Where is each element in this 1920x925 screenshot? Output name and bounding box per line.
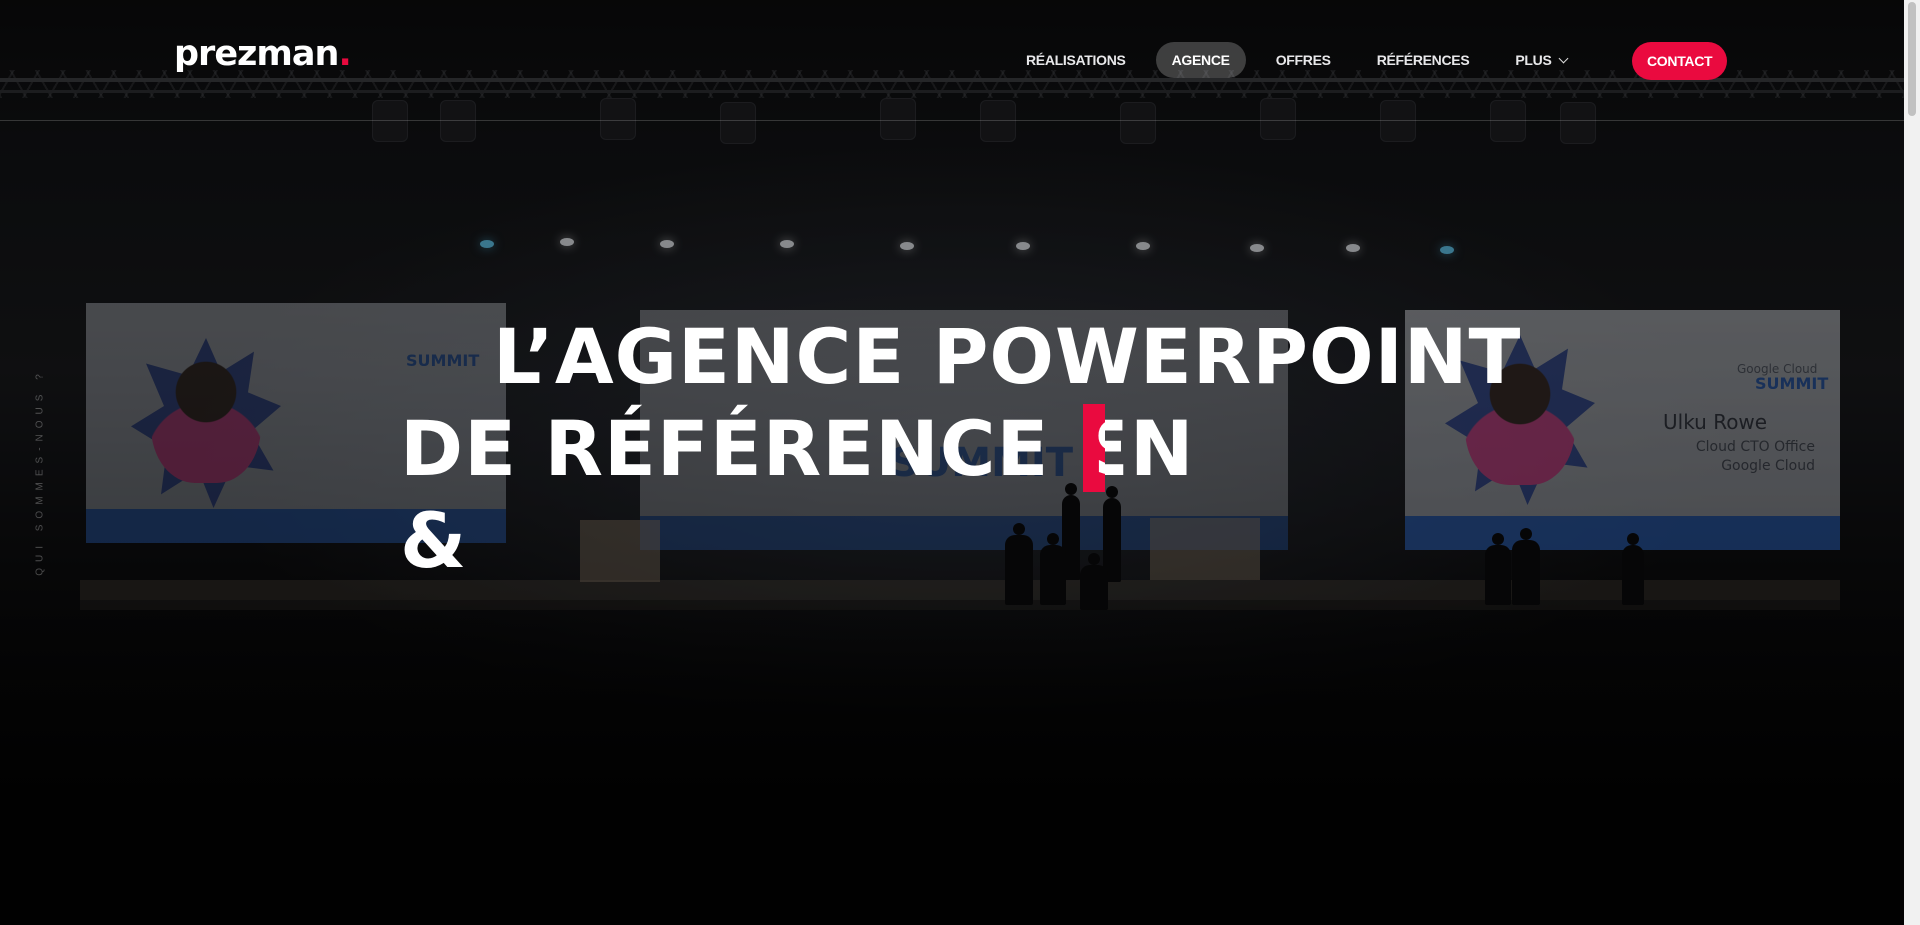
nav-item-plus-label: PLUS [1515, 52, 1552, 68]
nav-item-agence[interactable]: AGENCE [1155, 42, 1246, 78]
main-nav: RÉALISATIONS AGENCE OFFRES RÉFÉRENCES PL… [1010, 42, 1597, 78]
nav-item-plus[interactable]: PLUS [1499, 42, 1582, 78]
page-scrollbar[interactable] [1904, 0, 1920, 925]
hero-headline-line-1: L’AGENCE POWERPOINT [493, 312, 1522, 401]
nav-item-references[interactable]: RÉFÉRENCES [1361, 42, 1486, 78]
typing-char: S [1093, 404, 1105, 492]
hero-headline-line-3: & [400, 496, 468, 585]
side-section-label[interactable]: QUI SOMMES-NOUS ? [35, 368, 46, 576]
logo-text: prezman [174, 34, 339, 74]
scrollbar-thumb[interactable] [1908, 2, 1916, 116]
nav-item-realisations[interactable]: RÉALISATIONS [1010, 42, 1142, 78]
contact-button[interactable]: CONTACT [1632, 42, 1728, 80]
prezman-logo[interactable]: prezman. [174, 34, 352, 74]
site-header: prezman. RÉALISATIONS AGENCE OFFRES RÉFÉ… [0, 0, 1904, 121]
chevron-down-icon [1558, 53, 1568, 64]
typing-cursor: S [1083, 404, 1105, 492]
nav-item-offres[interactable]: OFFRES [1260, 42, 1347, 78]
hero-headline-line-2: DE RÉFÉRENCE EN [400, 404, 1195, 493]
logo-dot: . [338, 34, 351, 74]
